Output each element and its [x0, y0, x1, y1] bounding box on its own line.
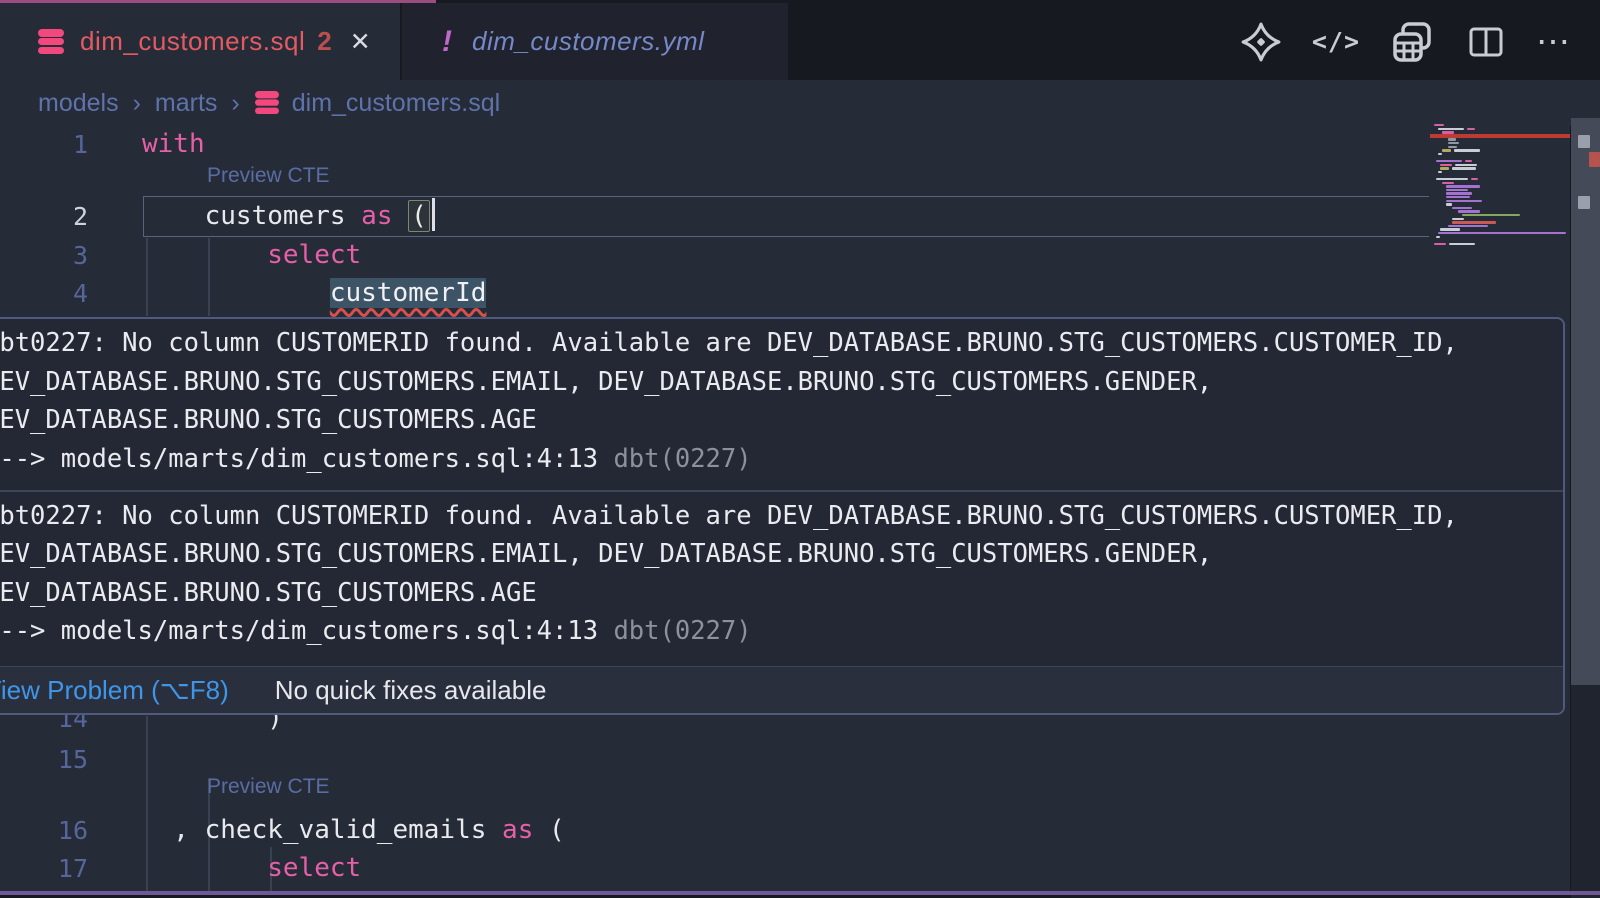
tab-label: dim_customers.yml	[472, 26, 704, 57]
dbt-logo-icon[interactable]	[1240, 21, 1282, 63]
error-token-customerid: customerId	[330, 278, 487, 308]
code-line[interactable]: select	[142, 849, 361, 888]
ruler-marker	[1578, 135, 1590, 148]
line-number: 16	[0, 811, 88, 850]
editor-window: dim_customers.sql 2 ✕ ! dim_customers.ym…	[0, 0, 1600, 898]
problem-source-code: dbt(0227)	[598, 616, 752, 646]
active-tab-accent	[0, 0, 436, 3]
problem-message: dbt0227: No column CUSTOMERID found. Ava…	[0, 319, 1563, 488]
tab-dim-customers-yml[interactable]: ! dim_customers.yml	[402, 3, 788, 80]
chevron-right-icon: ›	[231, 89, 239, 118]
line-number: 3	[0, 236, 88, 275]
no-quick-fixes-label: No quick fixes available	[275, 675, 547, 706]
code-line[interactable]: customers as (	[142, 197, 435, 236]
line-number: 1	[0, 125, 88, 164]
minimap[interactable]	[1432, 122, 1568, 252]
preview-cte-code-lens[interactable]: Preview CTE	[207, 775, 330, 799]
line-number: 4	[0, 274, 88, 313]
problem-location-line: --> models/marts/dim_customers.sql:4:13 …	[0, 440, 1563, 479]
problem-message-line: DEV_DATABASE.BRUNO.STG_CUSTOMERS.AGE	[0, 401, 1563, 440]
code-line[interactable]: select	[142, 236, 361, 275]
tab-modified-count-badge: 2	[317, 26, 331, 57]
problem-message-line: DEV_DATABASE.BRUNO.STG_CUSTOMERS.EMAIL, …	[0, 535, 1563, 574]
problem-location-line: --> models/marts/dim_customers.sql:4:13 …	[0, 612, 1563, 651]
breadcrumb-item-models[interactable]: models	[38, 89, 119, 118]
line-number: 2	[0, 197, 88, 236]
popup-footer: View Problem (⌥F8) No quick fixes availa…	[0, 666, 1563, 713]
split-editor-icon[interactable]	[1466, 22, 1506, 62]
code-line[interactable]: with	[142, 125, 205, 164]
problem-message-line: DEV_DATABASE.BRUNO.STG_CUSTOMERS.AGE	[0, 574, 1563, 613]
tab-bar: dim_customers.sql 2 ✕ ! dim_customers.ym…	[0, 0, 1600, 80]
preview-cte-code-lens[interactable]: Preview CTE	[207, 164, 330, 188]
tab-label: dim_customers.sql	[80, 26, 305, 57]
problem-message-line: DEV_DATABASE.BRUNO.STG_CUSTOMERS.EMAIL, …	[0, 363, 1563, 402]
close-icon[interactable]: ✕	[350, 27, 371, 57]
breadcrumb-item-file[interactable]: dim_customers.sql	[292, 89, 500, 118]
line-number: 17	[0, 849, 88, 888]
more-actions-icon[interactable]: ⋯	[1536, 22, 1572, 62]
error-exclamation-icon: !	[442, 25, 452, 59]
breadcrumb-item-marts[interactable]: marts	[155, 89, 218, 118]
problem-hover-popup: dbt0227: No column CUSTOMERID found. Ava…	[0, 317, 1565, 715]
text-cursor	[432, 198, 435, 231]
window-bottom-accent	[0, 891, 1600, 895]
query-results-icon[interactable]	[1390, 19, 1436, 65]
chevron-right-icon: ›	[133, 89, 141, 118]
problem-message-line: dbt0227: No column CUSTOMERID found. Ava…	[0, 497, 1563, 536]
problem-message: dbt0227: No column CUSTOMERID found. Ava…	[0, 492, 1563, 661]
ruler-marker	[1578, 196, 1590, 209]
tab-dim-customers-sql[interactable]: dim_customers.sql 2 ✕	[0, 3, 400, 80]
ruler-marker	[1589, 152, 1600, 167]
database-icon	[255, 91, 279, 115]
line-number: 15	[0, 740, 88, 779]
database-icon	[38, 29, 64, 55]
popup-messages: dbt0227: No column CUSTOMERID found. Ava…	[0, 319, 1563, 661]
code-line[interactable]: , check_valid_emails as (	[142, 811, 565, 850]
problem-source-code: dbt(0227)	[598, 444, 752, 474]
view-problem-link[interactable]: View Problem (⌥F8)	[0, 675, 229, 706]
scrollbar[interactable]	[1571, 0, 1600, 898]
problem-message-line: dbt0227: No column CUSTOMERID found. Ava…	[0, 324, 1563, 363]
editor-actions: </> ⋯	[1240, 3, 1572, 80]
code-line[interactable]: customerId	[142, 274, 486, 313]
breadcrumb: models › marts › dim_customers.sql	[0, 80, 1600, 126]
compiled-code-icon[interactable]: </>	[1312, 27, 1360, 56]
